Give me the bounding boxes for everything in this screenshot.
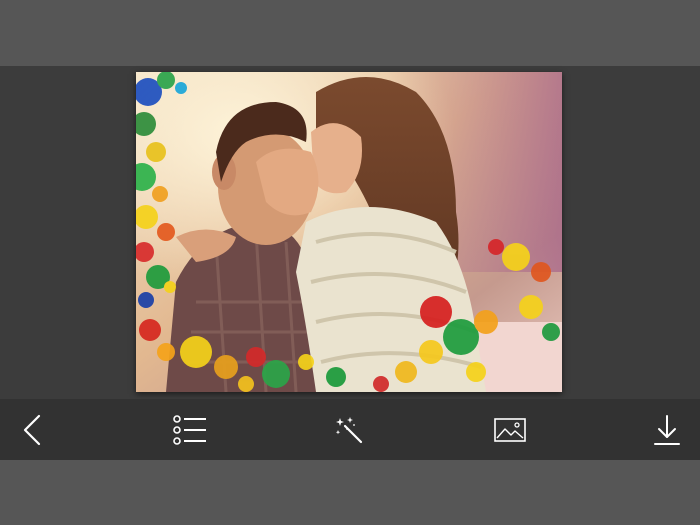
photo-image (136, 72, 562, 392)
bottom-toolbar (0, 399, 700, 460)
menu-button[interactable] (160, 399, 220, 460)
image-icon (494, 417, 526, 442)
download-button[interactable] (637, 399, 697, 460)
photo-with-splash-frame[interactable] (136, 72, 562, 392)
editor-canvas (0, 66, 700, 399)
bottom-bar (0, 460, 700, 525)
top-bar (0, 0, 700, 66)
chevron-left-icon (23, 414, 41, 445)
magic-wand-icon (335, 416, 363, 443)
gallery-button[interactable] (480, 399, 540, 460)
list-icon (173, 414, 206, 445)
download-icon (654, 414, 680, 445)
effects-button[interactable] (319, 399, 379, 460)
back-button[interactable] (2, 399, 62, 460)
